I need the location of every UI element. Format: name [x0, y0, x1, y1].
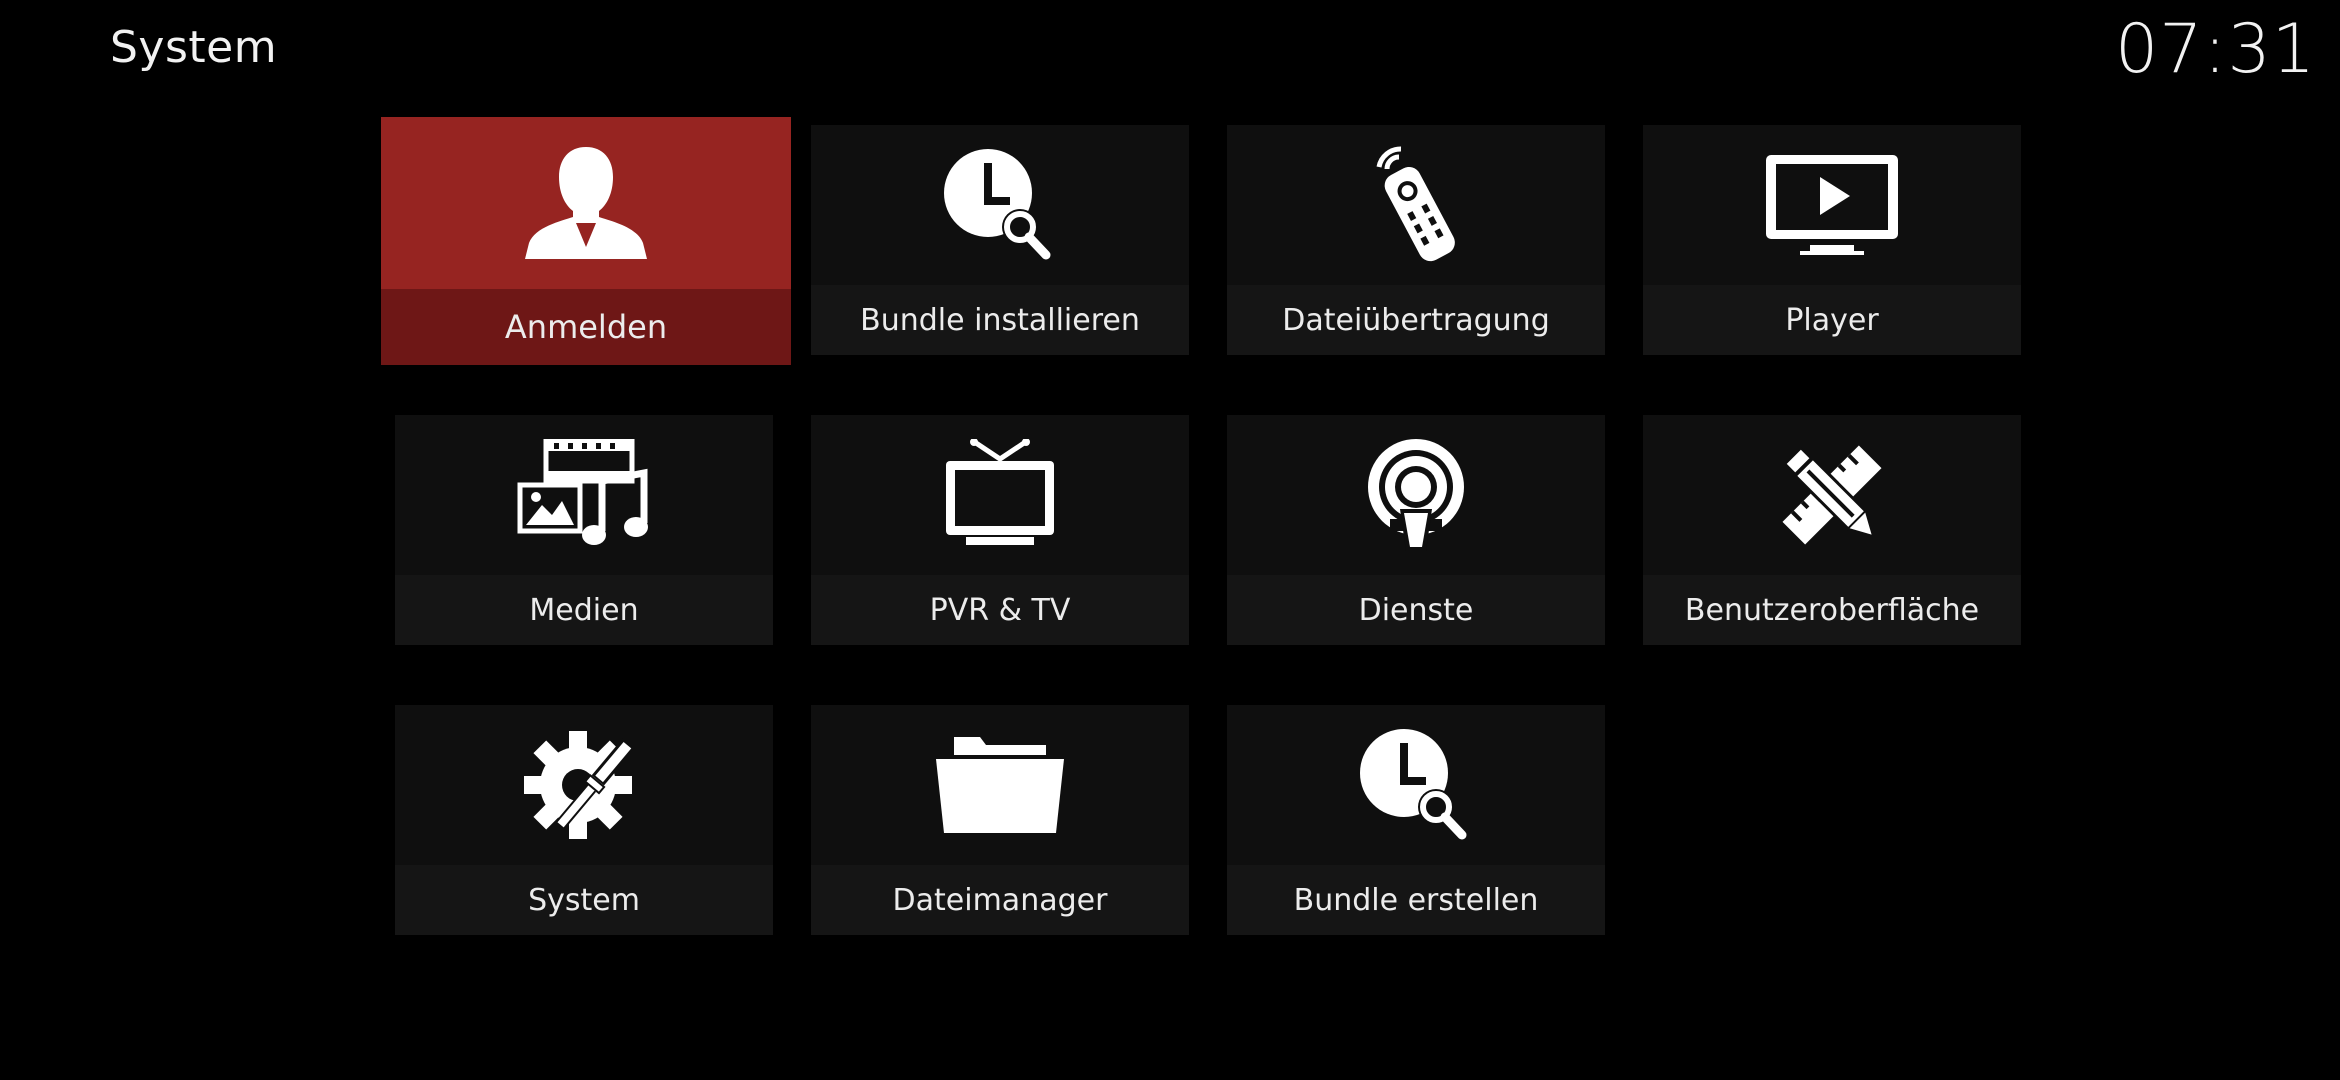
tile-label: Anmelden [504, 308, 668, 346]
podcast-broadcast-icon [1368, 439, 1464, 551]
tile-label: PVR & TV [929, 592, 1071, 628]
tv-antenna-icon [946, 439, 1054, 545]
monitor-play-icon [1766, 155, 1898, 255]
remote-control-icon [1376, 146, 1455, 262]
tile-dienste[interactable]: Dienste [1227, 415, 1605, 645]
tile-bundle-installieren[interactable]: Bundle installieren [811, 125, 1189, 355]
tile-bundle-erstellen[interactable]: Bundle erstellen [1227, 705, 1605, 935]
tile-label: Dienste [1358, 592, 1474, 628]
clock: 07:31 [2115, 10, 2316, 89]
tile-label: Bundle installieren [860, 302, 1140, 338]
tile-label: Dateimanager [892, 882, 1108, 918]
tile-label: Medien [529, 592, 639, 628]
clock-search-icon [944, 149, 1051, 260]
tile-label: Dateiübertragung [1282, 302, 1550, 338]
tile-label: System [528, 882, 640, 918]
tile-label: Player [1785, 302, 1879, 338]
tile-system[interactable]: System [395, 705, 773, 935]
gear-screwdriver-icon [524, 731, 635, 839]
tile-dateiuebertragung[interactable]: Dateiübertragung [1227, 125, 1605, 355]
pencil-ruler-icon [1782, 445, 1882, 545]
tile-pvr-tv[interactable]: PVR & TV [811, 415, 1189, 645]
tile-label: Benutzeroberfläche [1684, 592, 1980, 628]
tile-dateimanager[interactable]: Dateimanager [811, 705, 1189, 935]
tile-label: Bundle erstellen [1293, 882, 1539, 918]
clock-search-icon [1360, 729, 1467, 840]
tile-benutzeroberflaeche[interactable]: Benutzeroberfläche [1643, 415, 2021, 645]
tile-player[interactable]: Player [1643, 125, 2021, 355]
tile-anmelden[interactable]: Anmelden [381, 117, 791, 365]
media-library-icon [517, 439, 648, 545]
user-profile-icon [525, 147, 647, 259]
folder-icon [936, 737, 1064, 833]
tile-medien[interactable]: Medien [395, 415, 773, 645]
page-title: System [110, 22, 278, 73]
